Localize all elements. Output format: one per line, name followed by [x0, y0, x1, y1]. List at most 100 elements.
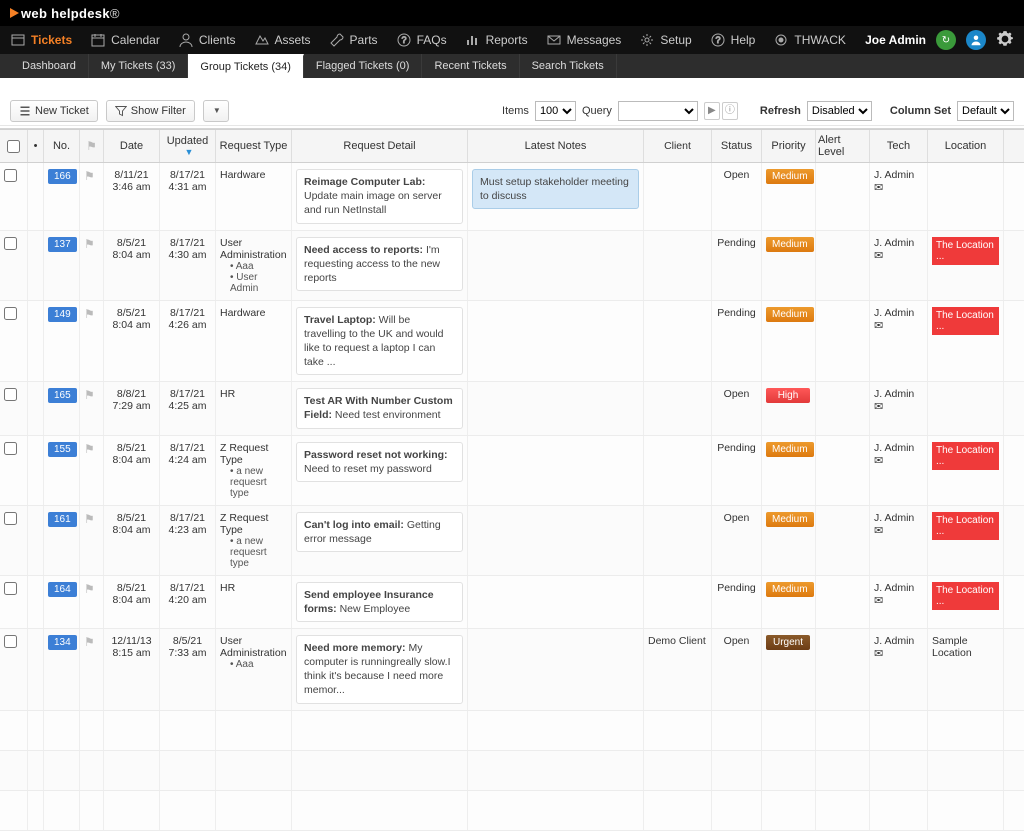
- ticket-number[interactable]: 164: [48, 582, 77, 597]
- tab-my-tickets-[interactable]: My Tickets (33): [89, 54, 189, 78]
- show-filter-button[interactable]: Show Filter: [106, 100, 195, 122]
- row-checkbox[interactable]: [4, 635, 17, 648]
- query-select[interactable]: [618, 101, 698, 121]
- col-status[interactable]: Status: [712, 130, 762, 162]
- toolbar-gear-menu[interactable]: ▼: [203, 100, 229, 122]
- flag-icon[interactable]: ⚑: [84, 237, 95, 251]
- row-checkbox[interactable]: [4, 169, 17, 182]
- select-all-checkbox[interactable]: [7, 140, 20, 153]
- row-checkbox[interactable]: [4, 388, 17, 401]
- col-notes[interactable]: Latest Notes: [468, 130, 644, 162]
- col-flag[interactable]: ⚑: [80, 130, 104, 162]
- ticket-number[interactable]: 155: [48, 442, 77, 457]
- col-detail[interactable]: Request Detail: [292, 130, 468, 162]
- ticket-row[interactable]: 134⚑12/11/138:15 am8/5/217:33 amUser Adm…: [0, 629, 1024, 711]
- profile-icon[interactable]: [966, 30, 986, 50]
- ticket-status: Open: [712, 506, 762, 575]
- flag-icon[interactable]: ⚑: [84, 512, 95, 526]
- nav-messages[interactable]: Messages: [546, 32, 622, 48]
- nav-clients[interactable]: Clients: [178, 32, 236, 48]
- nav-faqs[interactable]: ?FAQs: [396, 32, 447, 48]
- ticket-row[interactable]: 166⚑8/11/213:46 am8/17/214:31 amHardware…: [0, 163, 1024, 231]
- tab-search-tickets[interactable]: Search Tickets: [520, 54, 617, 78]
- flag-icon[interactable]: ⚑: [84, 582, 95, 596]
- request-detail: Need access to reports: I'm requesting a…: [296, 237, 463, 292]
- ticket-row[interactable]: 137⚑8/5/218:04 am8/17/214:30 amUser Admi…: [0, 231, 1024, 301]
- updated-date: 8/5/21: [164, 635, 211, 647]
- mail-icon[interactable]: ✉: [874, 648, 883, 660]
- flag-icon: ⚑: [86, 139, 97, 153]
- flag-icon[interactable]: ⚑: [84, 635, 95, 649]
- created-time: 3:46 am: [108, 181, 155, 193]
- status-indicator-icon[interactable]: ↻: [936, 30, 956, 50]
- created-date: 8/5/21: [108, 582, 155, 594]
- nav-parts[interactable]: Parts: [329, 32, 378, 48]
- ticket-status: Open: [712, 382, 762, 434]
- col-expander[interactable]: •: [28, 130, 44, 162]
- ticket-number[interactable]: 137: [48, 237, 77, 252]
- flag-icon[interactable]: ⚑: [84, 388, 95, 402]
- tab-flagged-tickets-[interactable]: Flagged Tickets (0): [304, 54, 423, 78]
- col-alert[interactable]: Alert Level: [816, 130, 870, 162]
- nav-setup[interactable]: Setup: [639, 32, 691, 48]
- items-select[interactable]: 100: [535, 101, 576, 121]
- nav-help[interactable]: ?Help: [710, 32, 756, 48]
- row-checkbox[interactable]: [4, 237, 17, 250]
- ticket-number[interactable]: 134: [48, 635, 77, 650]
- tab-recent-tickets[interactable]: Recent Tickets: [422, 54, 519, 78]
- row-checkbox[interactable]: [4, 582, 17, 595]
- ticket-status: Open: [712, 629, 762, 710]
- mail-icon[interactable]: ✉: [874, 182, 883, 194]
- flag-icon[interactable]: ⚑: [84, 442, 95, 456]
- row-checkbox[interactable]: [4, 442, 17, 455]
- col-updated[interactable]: Updated▼: [160, 130, 216, 162]
- mail-icon[interactable]: ✉: [874, 250, 883, 262]
- nav-calendar[interactable]: Calendar: [90, 32, 160, 48]
- settings-gear-icon[interactable]: [996, 30, 1014, 51]
- updated-date: 8/17/21: [164, 442, 211, 454]
- row-checkbox[interactable]: [4, 512, 17, 525]
- ticket-row[interactable]: 164⚑8/5/218:04 am8/17/214:20 amHRSend em…: [0, 576, 1024, 629]
- nav-tickets[interactable]: Tickets: [10, 32, 72, 48]
- mail-icon[interactable]: ✉: [874, 525, 883, 537]
- col-reqtype[interactable]: Request Type: [216, 130, 292, 162]
- grid-header-row: • No. ⚑ Date Updated▼ Request Type Reque…: [0, 129, 1024, 163]
- request-detail: Reimage Computer Lab: Update main image …: [296, 169, 463, 224]
- tab-dashboard[interactable]: Dashboard: [10, 54, 89, 78]
- ticket-number[interactable]: 161: [48, 512, 77, 527]
- priority-badge: Urgent: [766, 635, 810, 650]
- location-badge: The Location ...: [932, 582, 999, 610]
- flag-icon[interactable]: ⚑: [84, 307, 95, 321]
- flag-icon[interactable]: ⚑: [84, 169, 95, 183]
- col-tech[interactable]: Tech: [870, 130, 928, 162]
- nav-assets[interactable]: Assets: [254, 32, 311, 48]
- col-date[interactable]: Date: [104, 130, 160, 162]
- nav-thwack[interactable]: THWACK: [773, 32, 846, 48]
- ticket-row[interactable]: 161⚑8/5/218:04 am8/17/214:23 amZ Request…: [0, 506, 1024, 576]
- tech-name: J. Admin: [874, 442, 914, 454]
- ticket-number[interactable]: 149: [48, 307, 77, 322]
- mail-icon[interactable]: ✉: [874, 455, 883, 467]
- tab-group-tickets-[interactable]: Group Tickets (34): [188, 54, 303, 78]
- ticket-row[interactable]: 155⚑8/5/218:04 am8/17/214:24 amZ Request…: [0, 436, 1024, 506]
- mail-icon[interactable]: ✉: [874, 320, 883, 332]
- priority-badge: Medium: [766, 512, 814, 527]
- ticket-row[interactable]: 149⚑8/5/218:04 am8/17/214:26 amHardwareT…: [0, 301, 1024, 383]
- query-nav-arrows[interactable]: ▶ⓘ: [704, 102, 738, 120]
- col-client[interactable]: Client: [644, 130, 712, 162]
- col-priority[interactable]: Priority: [762, 130, 816, 162]
- client-name: [644, 436, 712, 505]
- columnset-select[interactable]: Default: [957, 101, 1014, 121]
- col-location[interactable]: Location: [928, 130, 1004, 162]
- col-no[interactable]: No.: [44, 130, 80, 162]
- ticket-number[interactable]: 165: [48, 388, 77, 403]
- new-ticket-button[interactable]: New Ticket: [10, 100, 98, 122]
- refresh-select[interactable]: Disabled: [807, 101, 872, 121]
- mail-icon[interactable]: ✉: [874, 401, 883, 413]
- ticket-number[interactable]: 166: [48, 169, 77, 184]
- nav-reports[interactable]: Reports: [465, 32, 528, 48]
- brand-chevron-icon: [10, 8, 19, 18]
- ticket-row[interactable]: 165⚑8/8/217:29 am8/17/214:25 amHRTest AR…: [0, 382, 1024, 435]
- mail-icon[interactable]: ✉: [874, 595, 883, 607]
- row-checkbox[interactable]: [4, 307, 17, 320]
